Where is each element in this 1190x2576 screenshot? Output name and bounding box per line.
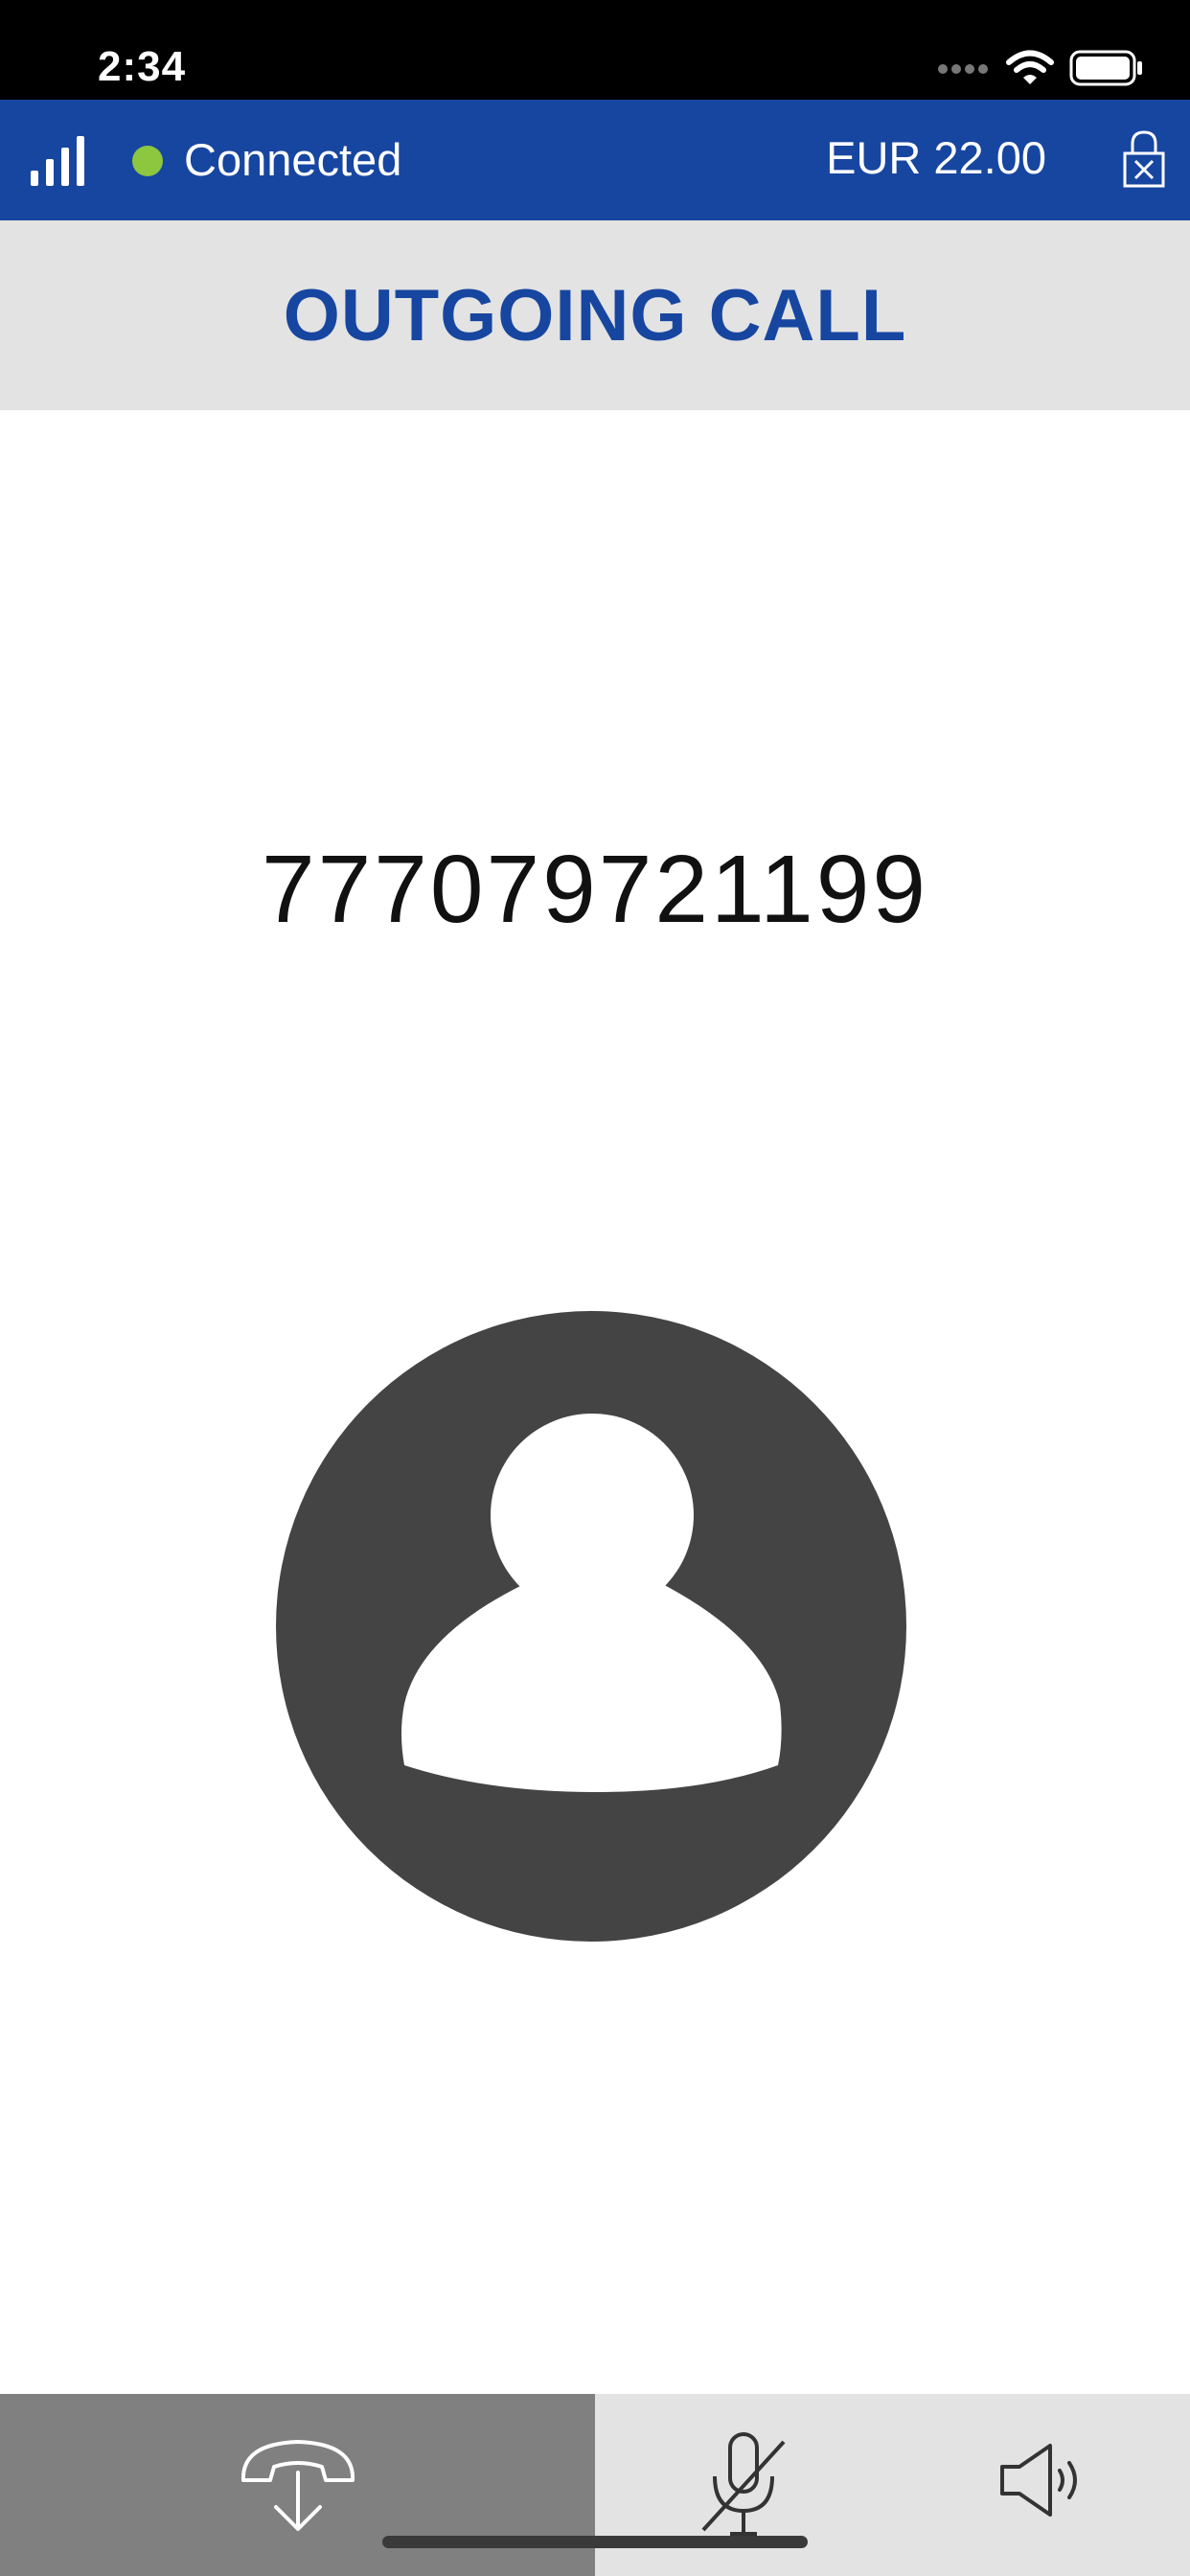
hangup-icon bbox=[236, 2423, 360, 2542]
home-indicator[interactable] bbox=[382, 2536, 808, 2548]
user-avatar-icon bbox=[276, 1311, 906, 1942]
title-band: OUTGOING CALL bbox=[0, 220, 1190, 410]
status-time: 2:34 bbox=[98, 43, 187, 90]
dialed-number: 777079721199 bbox=[262, 836, 928, 943]
lock-icon[interactable] bbox=[1121, 128, 1167, 195]
mute-button[interactable] bbox=[595, 2394, 892, 2576]
speaker-button[interactable] bbox=[892, 2394, 1190, 2576]
mic-off-icon bbox=[698, 2430, 790, 2546]
page-title: OUTGOING CALL bbox=[283, 274, 907, 356]
connection-bar: Connected EUR 22.00 bbox=[0, 100, 1190, 220]
speaker-icon bbox=[998, 2442, 1085, 2523]
battery-icon bbox=[1069, 50, 1144, 91]
status-bar: 2:34 bbox=[0, 0, 1190, 100]
connection-status-label: Connected bbox=[184, 134, 402, 185]
hangup-button[interactable] bbox=[0, 2394, 595, 2576]
status-icons bbox=[937, 50, 1144, 91]
call-controls bbox=[0, 2394, 1190, 2576]
signal-strength-icon bbox=[29, 134, 88, 193]
connection-status-dot bbox=[132, 146, 163, 176]
wifi-icon bbox=[1006, 50, 1054, 91]
cellular-dots-icon bbox=[937, 62, 991, 80]
balance-label: EUR 22.00 bbox=[826, 132, 1046, 183]
